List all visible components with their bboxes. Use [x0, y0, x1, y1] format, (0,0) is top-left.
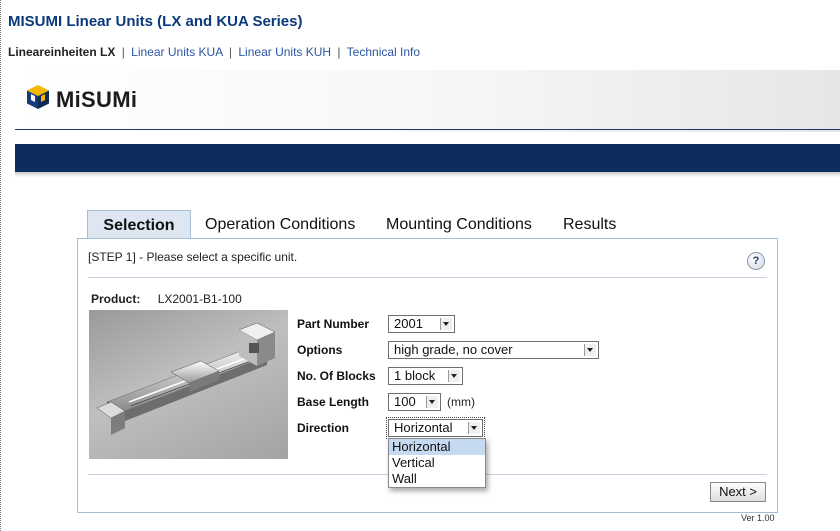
dropdown-option-horizontal[interactable]: Horizontal [389, 439, 485, 455]
part-number-value: 2001 [394, 316, 423, 331]
logo-text: MiSUMi [56, 86, 138, 112]
subnav-link-kua[interactable]: Linear Units KUA [131, 45, 222, 59]
tab-selection[interactable]: Selection [87, 210, 191, 240]
direction-dropdown-list: Horizontal Vertical Wall [388, 438, 486, 488]
base-length-unit: (mm) [447, 395, 475, 409]
version-label: Ver 1.00 [741, 513, 775, 523]
product-value: LX2001-B1-100 [157, 292, 242, 306]
next-button[interactable]: Next > [710, 482, 766, 502]
product-label: Product: [91, 292, 141, 306]
step-instruction: [STEP 1] - Please select a specific unit… [88, 250, 298, 264]
options-select[interactable]: high grade, no cover [388, 341, 599, 359]
direction-select[interactable]: Horizontal [386, 417, 485, 439]
left-dotted-border [0, 0, 1, 531]
misumi-cube-icon [26, 84, 50, 115]
misumi-logo[interactable]: MiSUMi [26, 84, 137, 115]
chevron-down-icon [468, 422, 480, 434]
part-number-label: Part Number [297, 317, 370, 331]
product-image [89, 310, 288, 459]
subnav-link-kuh[interactable]: Linear Units KUH [238, 45, 331, 59]
breadcrumb-nav: Lineareinheiten LX | Linear Units KUA | … [8, 45, 420, 59]
dropdown-option-vertical[interactable]: Vertical [389, 455, 485, 471]
options-value: high grade, no cover [394, 342, 513, 357]
base-length-select[interactable]: 100 [388, 393, 441, 411]
dropdown-option-wall[interactable]: Wall [389, 471, 485, 487]
product-row: Product: LX2001-B1-100 [91, 292, 242, 306]
blocks-label: No. Of Blocks [297, 369, 376, 383]
base-length-value: 100 [394, 394, 416, 409]
chevron-down-icon [448, 370, 460, 382]
navy-header-bar [15, 144, 840, 172]
direction-label: Direction [297, 421, 350, 435]
chevron-down-icon [584, 344, 596, 356]
header-band [15, 70, 840, 132]
divider [88, 277, 767, 278]
subnav-separator: | [337, 45, 341, 59]
blocks-value: 1 block [394, 368, 436, 383]
tab-operation-conditions[interactable]: Operation Conditions [205, 210, 355, 239]
tab-results[interactable]: Results [563, 210, 616, 239]
blocks-select[interactable]: 1 block [388, 367, 463, 385]
subnav-link-technical-info[interactable]: Technical Info [347, 45, 420, 59]
subnav-separator: | [121, 45, 125, 59]
page-title: MISUMI Linear Units (LX and KUA Series) [8, 13, 303, 30]
header-bar-shadow [15, 172, 840, 177]
direction-value: Horizontal [394, 420, 453, 435]
header-divider [15, 129, 840, 130]
chevron-down-icon [426, 396, 438, 408]
base-length-label: Base Length [297, 395, 370, 409]
chevron-down-icon [440, 318, 452, 330]
subnav-current: Lineareinheiten LX [8, 45, 116, 59]
tab-mounting-conditions[interactable]: Mounting Conditions [386, 210, 532, 239]
options-label: Options [297, 343, 343, 357]
help-icon[interactable]: ? [747, 252, 765, 270]
subnav-separator: | [228, 45, 233, 59]
part-number-select[interactable]: 2001 [388, 315, 455, 333]
selection-panel: [STEP 1] - Please select a specific unit… [77, 238, 778, 513]
